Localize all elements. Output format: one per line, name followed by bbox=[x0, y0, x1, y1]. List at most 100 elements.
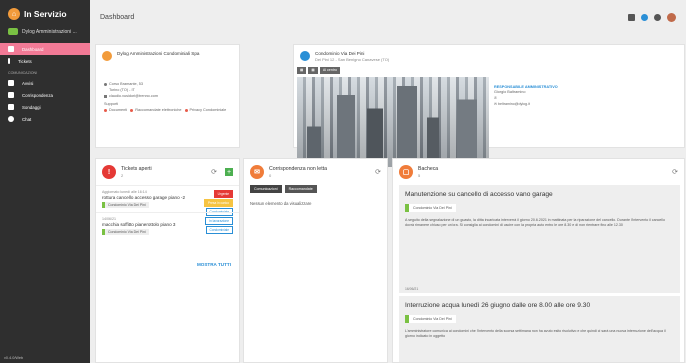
brand-logo-icon: ⌂ bbox=[8, 8, 20, 20]
resp-label: RESPONSABILE AMMINISTRATIVO bbox=[494, 85, 558, 89]
correspondence-card: ✉ Corrispondenza non letta 0 ⟳ Comunicaz… bbox=[243, 158, 388, 363]
sidebar-item-dashboard[interactable]: Dashboard bbox=[0, 43, 90, 55]
image-tag-icon[interactable]: ▦ bbox=[308, 67, 318, 74]
sidebar-item-sondaggi[interactable]: Sondaggi bbox=[0, 101, 90, 113]
sidebar-item-label: Corrispondenza bbox=[22, 92, 53, 98]
notice-item[interactable]: Manutenzione su cancello di accesso vano… bbox=[399, 185, 680, 293]
brand[interactable]: ⌂ In Servizio bbox=[0, 0, 90, 24]
building-icon bbox=[102, 51, 112, 61]
brand-title: In Servizio bbox=[24, 9, 67, 19]
help-icon[interactable] bbox=[654, 13, 661, 21]
admin-name: Dylog Amministrazioni Condominiali Spa bbox=[117, 51, 200, 56]
bacheca-card: ▢ Bacheca 5 ⟳ Manutenzione su cancello d… bbox=[392, 158, 685, 363]
refresh-icon[interactable]: ⟳ bbox=[672, 168, 678, 176]
link-documenti-label: Documenti bbox=[109, 108, 128, 112]
sidebar-item-label: Avvisi bbox=[22, 80, 34, 86]
admin-email-text: claudio.vusidori@trenno.com bbox=[109, 94, 159, 98]
bacheca-count: 5 bbox=[418, 173, 421, 178]
ticket-item[interactable]: 14/06/21 macchia soffitto pianerottolo p… bbox=[96, 212, 239, 239]
sidebar-item-label: Tickets bbox=[18, 58, 32, 64]
mail-icon: ✉ bbox=[250, 165, 264, 179]
pin-icon bbox=[104, 82, 107, 86]
board-icon: ▢ bbox=[399, 165, 413, 179]
phone-icon[interactable]: ✆ bbox=[494, 96, 558, 100]
sidebar-item-label: Sondaggi bbox=[22, 104, 41, 110]
alert-icon: ! bbox=[102, 165, 116, 179]
topbar: Dashboard bbox=[90, 0, 686, 34]
refresh-icon[interactable]: ⟳ bbox=[375, 168, 381, 176]
ticket-item[interactable]: Aggiornato lunedì alle 16:14 rottura can… bbox=[96, 185, 239, 216]
alert-icon bbox=[8, 58, 10, 64]
notice-text: A seguito della segnalazione di un guast… bbox=[405, 218, 665, 228]
bacheca-title: Bacheca bbox=[418, 166, 439, 172]
badge-status: Presa in carico bbox=[203, 199, 233, 207]
admin-address-text: Corso Bramante, 53 bbox=[109, 82, 143, 86]
tickets-count: 2 bbox=[121, 173, 124, 178]
dot-icon bbox=[184, 108, 188, 112]
notice-date: 16/06/21 bbox=[405, 287, 419, 291]
condo-card: Condominio Via Dei Pini Dei Pini 12 - Sa… bbox=[293, 44, 685, 167]
sidebar-item-chat[interactable]: Chat bbox=[0, 113, 90, 125]
avatar[interactable] bbox=[667, 12, 676, 22]
tab-comunicazioni[interactable]: Comunicazioni bbox=[250, 185, 282, 193]
admin-email[interactable]: claudio.vusidori@trenno.com bbox=[96, 93, 239, 99]
mail-icon bbox=[8, 92, 14, 98]
image-tag[interactable]: Al centro bbox=[319, 67, 340, 74]
notification-icon[interactable] bbox=[641, 13, 648, 21]
admin-card: Dylog Amministrazioni Condominiali Spa C… bbox=[95, 44, 240, 148]
users-icon bbox=[8, 28, 18, 35]
dot-icon bbox=[104, 108, 107, 112]
refresh-icon[interactable]: ⟳ bbox=[211, 168, 217, 176]
sidebar-item-label: Dashboard bbox=[22, 46, 44, 52]
poll-icon bbox=[8, 104, 14, 110]
badge-type: Condominiale bbox=[205, 226, 233, 234]
show-all-link[interactable]: MOSTRA TUTTI bbox=[197, 262, 231, 267]
condo-image bbox=[297, 77, 489, 167]
section-label-comunicazioni: COMUNICAZIONI bbox=[8, 71, 38, 75]
badge-urgente: Urgente bbox=[213, 190, 233, 198]
condo-address: Dei Pini 12 - San Benigno Canavese (TO) bbox=[315, 57, 390, 62]
link-privacy-label: Privacy Condominiale bbox=[189, 108, 227, 112]
sidebar-item-tickets[interactable]: Tickets bbox=[0, 55, 90, 67]
resp-email-text: beltramino@dylog.it bbox=[498, 102, 530, 106]
ticket-condo-chip: Condominio Via Dei Pini bbox=[102, 229, 149, 235]
dot-icon bbox=[130, 108, 134, 112]
org-selector[interactable]: Dylog Amministrazioni ... bbox=[0, 24, 90, 43]
notice-title: Interruzione acqua lunedì 26 giugno dall… bbox=[405, 302, 591, 309]
tickets-title: Tickets aperti bbox=[121, 166, 152, 172]
sidebar-item-avvisi[interactable]: Avvisi bbox=[0, 77, 90, 89]
notice-icon bbox=[8, 80, 14, 86]
notice-text: L'amministratore comunica ai condomini c… bbox=[405, 329, 666, 339]
sidebar: ⌂ In Servizio Dylog Amministrazioni ... … bbox=[0, 0, 90, 363]
support-links: Documenti Raccomandate elettroniche Priv… bbox=[96, 107, 239, 113]
sidebar-item-label: Chat bbox=[22, 116, 32, 122]
org-name: Dylog Amministrazioni ... bbox=[22, 28, 77, 35]
badge-status: In lavorazione bbox=[205, 217, 233, 225]
tab-raccomandate[interactable]: Raccomandate bbox=[284, 185, 317, 193]
notice-title: Manutenzione su cancello di accesso vano… bbox=[405, 191, 553, 198]
corr-count: 0 bbox=[269, 173, 272, 178]
chat-icon bbox=[8, 116, 14, 122]
resp-name: Giorgio Baltramino bbox=[494, 90, 526, 94]
image-tag-icon[interactable]: ▦ bbox=[297, 67, 307, 74]
link-documenti[interactable]: Documenti bbox=[104, 108, 127, 112]
notice-item[interactable]: Interruzione acqua lunedì 26 giugno dall… bbox=[399, 296, 680, 362]
add-ticket-button[interactable]: + bbox=[225, 168, 233, 176]
page-title: Dashboard bbox=[100, 13, 135, 21]
notice-condo-chip: Condominio Via Dei Pini bbox=[405, 315, 456, 323]
version-label: v0.4.0/Web bbox=[4, 356, 24, 360]
link-privacy[interactable]: Privacy Condominiale bbox=[184, 108, 227, 112]
link-raccomandate-label: Raccomandate elettroniche bbox=[135, 108, 182, 112]
condo-name: Condominio Via Dei Pini bbox=[315, 51, 365, 56]
link-raccomandate[interactable]: Raccomandate elettroniche bbox=[130, 108, 181, 112]
responsabile-block: RESPONSABILE AMMINISTRATIVO Giorgio Balt… bbox=[494, 85, 558, 106]
message-icon[interactable] bbox=[628, 13, 635, 21]
resp-email[interactable]: ✉ beltramino@dylog.it bbox=[494, 102, 558, 106]
sidebar-item-corrispondenza[interactable]: Corrispondenza bbox=[0, 89, 90, 101]
empty-message: Nessun elemento da visualizzare bbox=[250, 201, 312, 206]
grid-icon bbox=[8, 46, 14, 52]
corr-title: Corrispondenza non letta bbox=[269, 166, 327, 172]
ticket-condo-chip: Condominio Via Dei Pini bbox=[102, 202, 149, 208]
notice-condo-chip: Condominio Via Dei Pini bbox=[405, 204, 456, 212]
tickets-card: ! Tickets aperti 2 ⟳ + Aggiornato lunedì… bbox=[95, 158, 240, 363]
